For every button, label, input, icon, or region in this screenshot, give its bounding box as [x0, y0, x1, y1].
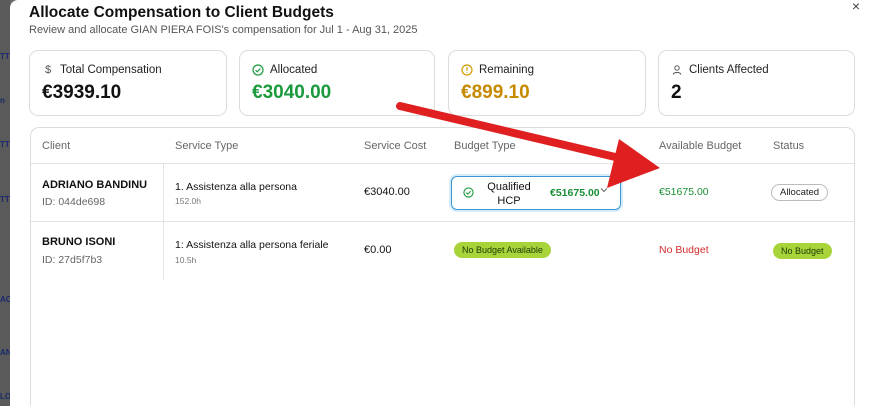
header-service-type: Service Type: [175, 140, 239, 152]
clients-affected-card: Clients Affected 2: [658, 50, 855, 116]
total-compensation-label: Total Compensation: [60, 64, 162, 76]
budget-type-select[interactable]: Qualified HCP €51675.00: [451, 176, 621, 210]
total-compensation-card: $ Total Compensation €3939.10: [29, 50, 227, 116]
divider: [163, 222, 164, 280]
backdrop-strip: TT n TT TT AC AN LO: [0, 0, 12, 406]
dialog-subtitle: Review and allocate GIAN PIERA FOIS's co…: [29, 24, 418, 36]
header-budget-type: Budget Type: [454, 140, 516, 152]
remaining-value: €899.10: [461, 82, 530, 103]
service-hours: 10.5h: [175, 255, 197, 265]
status-badge: Allocated: [771, 184, 829, 201]
clients-affected-label: Clients Affected: [689, 64, 769, 76]
service-cost: €3040.00: [364, 186, 410, 198]
budget-amount: €51675.00: [550, 187, 600, 199]
service-hours: 152.0h: [175, 196, 201, 206]
close-button[interactable]: ×: [852, 0, 860, 13]
allocate-dialog: × Allocate Compensation to Client Budget…: [10, 0, 874, 406]
remaining-card: Remaining €899.10: [448, 50, 646, 116]
divider: [31, 221, 854, 222]
check-circle-icon: [463, 187, 474, 201]
total-compensation-value: €3939.10: [42, 82, 122, 103]
header-available-budget: Available Budget: [659, 140, 742, 152]
divider: [163, 164, 164, 221]
no-budget-available-badge: No Budget Available: [454, 242, 551, 258]
header-client: Client: [42, 140, 71, 152]
service-name: 1. Assistenza alla persona: [175, 181, 297, 193]
allocated-value: €3040.00: [252, 82, 332, 103]
alert-circle-icon: [461, 64, 473, 76]
dialog-title: Allocate Compensation to Client Budgets: [29, 4, 334, 21]
budget-type-label: Qualified HCP: [487, 181, 531, 207]
allocation-table: Client Service Type Service Cost Budget …: [30, 127, 855, 406]
available-budget: No Budget: [659, 244, 709, 256]
header-status: Status: [773, 140, 805, 152]
dollar-icon: $: [44, 64, 52, 76]
check-circle-icon: [252, 64, 264, 76]
client-id: ID: 044de698: [42, 196, 106, 208]
client-id: ID: 27d5f7b3: [42, 254, 103, 266]
user-icon: [671, 64, 683, 76]
clients-affected-value: 2: [671, 82, 682, 103]
client-name: ADRIANO BANDINU: [42, 179, 148, 191]
service-name: 1: Assistenza alla persona feriale: [175, 239, 329, 251]
allocated-label: Allocated: [270, 64, 318, 76]
allocated-card: Allocated €3040.00: [239, 50, 435, 116]
divider: [31, 163, 854, 164]
header-service-cost: Service Cost: [364, 140, 427, 152]
client-name: BRUNO ISONI: [42, 236, 116, 248]
status-badge: No Budget: [773, 243, 832, 259]
service-cost: €0.00: [364, 244, 392, 256]
available-budget: €51675.00: [659, 186, 709, 198]
remaining-label: Remaining: [479, 64, 534, 76]
chevron-down-icon: [600, 186, 608, 196]
